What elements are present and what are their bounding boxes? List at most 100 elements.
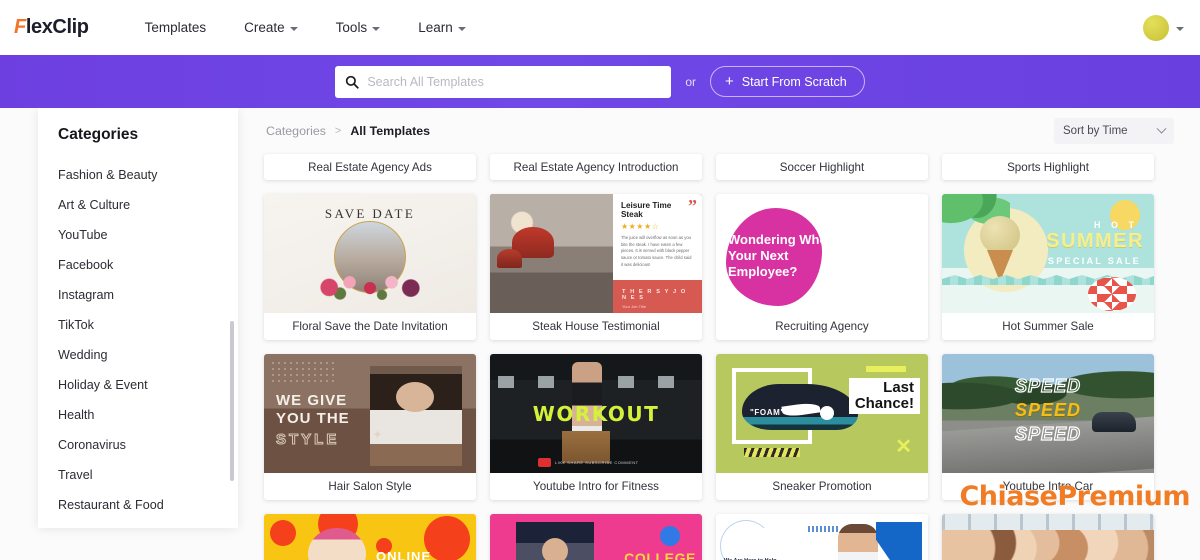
sidebar-item-tiktok[interactable]: TikTok — [38, 310, 238, 340]
template-title: Recruiting Agency — [775, 320, 869, 333]
nav-item-create[interactable]: Create — [244, 20, 298, 35]
template-card[interactable]: We Are Here to Help — [716, 514, 928, 560]
start-from-scratch-button[interactable]: + Start From Scratch — [710, 66, 865, 97]
template-title: Hot Summer Sale — [1002, 320, 1094, 333]
thumb-headline: WE GIVE YOU THE — [276, 392, 350, 427]
sidebar-item-instagram[interactable]: Instagram — [38, 280, 238, 310]
ice-cream-cone — [978, 216, 1022, 282]
thumb-line3: SPECIAL SALE — [1047, 256, 1141, 266]
breadcrumb-all-templates: All Templates — [350, 124, 431, 138]
thumb-headline: Leisure Time Steak — [620, 201, 672, 219]
x-mark-icon: ✕ — [895, 436, 912, 458]
template-card[interactable]: H O T SUMMER SPECIAL SALE Hot Summer Sal… — [942, 194, 1154, 340]
sparkle-icon: ✦ — [372, 427, 383, 442]
thumb-headline: ONLINE — [376, 549, 432, 560]
template-card[interactable]: ” Leisure Time Steak ★★★★☆ The juice wil… — [490, 194, 702, 340]
categories-sidebar: Categories Fashion & Beauty Art & Cultur… — [38, 108, 238, 528]
person-name: T H E R S Y J O N E S — [621, 289, 687, 301]
sidebar-item-holiday-event[interactable]: Holiday & Event — [38, 370, 238, 400]
sidebar-item-coronavirus[interactable]: Coronavirus — [38, 430, 238, 460]
summer-sale-artwork: H O T SUMMER SPECIAL SALE — [942, 194, 1154, 313]
sort-by-dropdown[interactable]: Sort by Time — [1054, 118, 1174, 144]
template-thumbnail[interactable]: ONLINE — [264, 514, 476, 560]
steak-testimonial-artwork: ” Leisure Time Steak ★★★★☆ The juice wil… — [490, 194, 702, 313]
team-crowd — [942, 530, 1154, 560]
template-title: Youtube Intro for Fitness — [533, 480, 659, 493]
category-list: Fashion & Beauty Art & Culture YouTube F… — [38, 160, 238, 520]
flexclip-logo[interactable]: FlexClip — [14, 16, 89, 39]
template-card[interactable]: Real Estate Agency Introduction — [490, 154, 702, 180]
template-thumbnail[interactable]: SAVE DATE — [264, 194, 476, 313]
template-card[interactable] — [942, 514, 1154, 560]
thumb-line1: H O T — [1094, 220, 1138, 230]
search-input[interactable] — [367, 74, 662, 89]
template-thumbnail[interactable]: WE GIVE YOU THE STYLE ✦ — [264, 354, 476, 473]
nav-item-templates[interactable]: Templates — [145, 20, 207, 35]
template-card[interactable]: Real Estate Agency Ads — [264, 154, 476, 180]
template-thumbnail[interactable]: COLLEGE — [490, 514, 702, 560]
templates-main: Categories > All Templates Sort by Time … — [238, 108, 1200, 560]
hair-salon-artwork: WE GIVE YOU THE STYLE ✦ — [264, 354, 476, 473]
template-card[interactable]: WORKOUT LIKE SHARE SUBSCRIBE COMMENT You… — [490, 354, 702, 500]
template-card[interactable]: COLLEGE — [490, 514, 702, 560]
template-card[interactable]: Wondering Who's Your Next Employee? ✕ Re… — [716, 194, 928, 340]
search-box[interactable] — [335, 65, 672, 98]
sidebar-scrollbar-thumb[interactable] — [230, 321, 234, 481]
sidebar-item-health[interactable]: Health — [38, 400, 238, 430]
sidebar-item-facebook[interactable]: Facebook — [38, 250, 238, 280]
template-thumbnail[interactable]: "FOAM" Last Chance! ✕ — [716, 354, 928, 473]
main-header: Categories > All Templates Sort by Time — [264, 108, 1176, 154]
chevron-down-icon[interactable] — [1176, 26, 1184, 31]
life-ring-icon — [1088, 277, 1136, 311]
template-thumbnail[interactable]: We Are Here to Help — [716, 514, 928, 560]
customer-help-artwork: We Are Here to Help — [716, 514, 928, 560]
template-thumbnail[interactable] — [942, 514, 1154, 560]
start-from-scratch-label: Start From Scratch — [741, 74, 847, 89]
template-card[interactable]: Sports Highlight — [942, 154, 1154, 180]
thumb-line1: Last — [883, 379, 914, 396]
sidebar-item-art-culture[interactable]: Art & Culture — [38, 190, 238, 220]
sidebar-item-fashion-beauty[interactable]: Fashion & Beauty — [38, 160, 238, 190]
account-area[interactable] — [1143, 14, 1184, 41]
testimonial-panel: ” Leisure Time Steak ★★★★☆ The juice wil… — [612, 194, 702, 313]
template-thumbnail[interactable]: WORKOUT LIKE SHARE SUBSCRIBE COMMENT — [490, 354, 702, 473]
primary-nav: Templates Create Tools Learn — [145, 20, 466, 35]
template-thumbnail[interactable]: H O T SUMMER SPECIAL SALE — [942, 194, 1154, 313]
quote-icon: ” — [687, 196, 697, 216]
or-label: or — [685, 74, 696, 89]
sidebar-item-travel[interactable]: Travel — [38, 460, 238, 490]
avatar[interactable] — [1143, 14, 1169, 41]
thumb-headline: WORKOUT — [532, 402, 660, 426]
sidebar-scrollbar-track[interactable] — [230, 166, 236, 516]
thumb-line2: YOU THE — [276, 409, 350, 427]
youtube-cta-bar: LIKE SHARE SUBSCRIBE COMMENT — [538, 458, 639, 467]
template-card[interactable]: Soccer Highlight — [716, 154, 928, 180]
template-card[interactable]: "FOAM" Last Chance! ✕ Sneaker Promotion — [716, 354, 928, 500]
search-icon — [345, 75, 359, 89]
template-card[interactable]: SAVE DATE Floral Save the Date Invitatio… — [264, 194, 476, 340]
star-rating: ★★★★☆ — [620, 222, 660, 231]
template-thumbnail[interactable]: SPEED SPEED SPEED — [942, 354, 1154, 473]
template-card[interactable]: SPEED SPEED SPEED Youtube Intro Car — [942, 354, 1154, 500]
youtube-cta-label: LIKE SHARE SUBSCRIBE COMMENT — [555, 460, 639, 465]
dot-pattern — [270, 360, 334, 386]
breadcrumb: Categories > All Templates — [266, 124, 430, 138]
sidebar-item-wedding[interactable]: Wedding — [38, 340, 238, 370]
model-photo — [370, 366, 462, 466]
template-title: Real Estate Agency Introduction — [513, 160, 679, 174]
sidebar-item-restaurant-food[interactable]: Restaurant & Food — [38, 490, 238, 520]
breadcrumb-categories[interactable]: Categories — [266, 124, 326, 138]
nav-item-learn[interactable]: Learn — [418, 20, 466, 35]
templates-grid: Real Estate Agency Ads Real Estate Agenc… — [264, 154, 1176, 560]
sidebar-item-youtube[interactable]: YouTube — [38, 220, 238, 250]
template-card[interactable]: WE GIVE YOU THE STYLE ✦ Hair Salon Style — [264, 354, 476, 500]
college-artwork: COLLEGE — [490, 514, 702, 560]
nav-item-tools[interactable]: Tools — [336, 20, 381, 35]
template-thumbnail[interactable]: ” Leisure Time Steak ★★★★☆ The juice wil… — [490, 194, 702, 313]
team-celebration-artwork — [942, 514, 1154, 560]
blue-dot — [660, 526, 680, 546]
nav-item-learn-label: Learn — [418, 20, 453, 35]
arc-decoration — [720, 520, 772, 560]
template-card[interactable]: ONLINE — [264, 514, 476, 560]
template-thumbnail[interactable]: Wondering Who's Your Next Employee? ✕ — [716, 194, 928, 313]
